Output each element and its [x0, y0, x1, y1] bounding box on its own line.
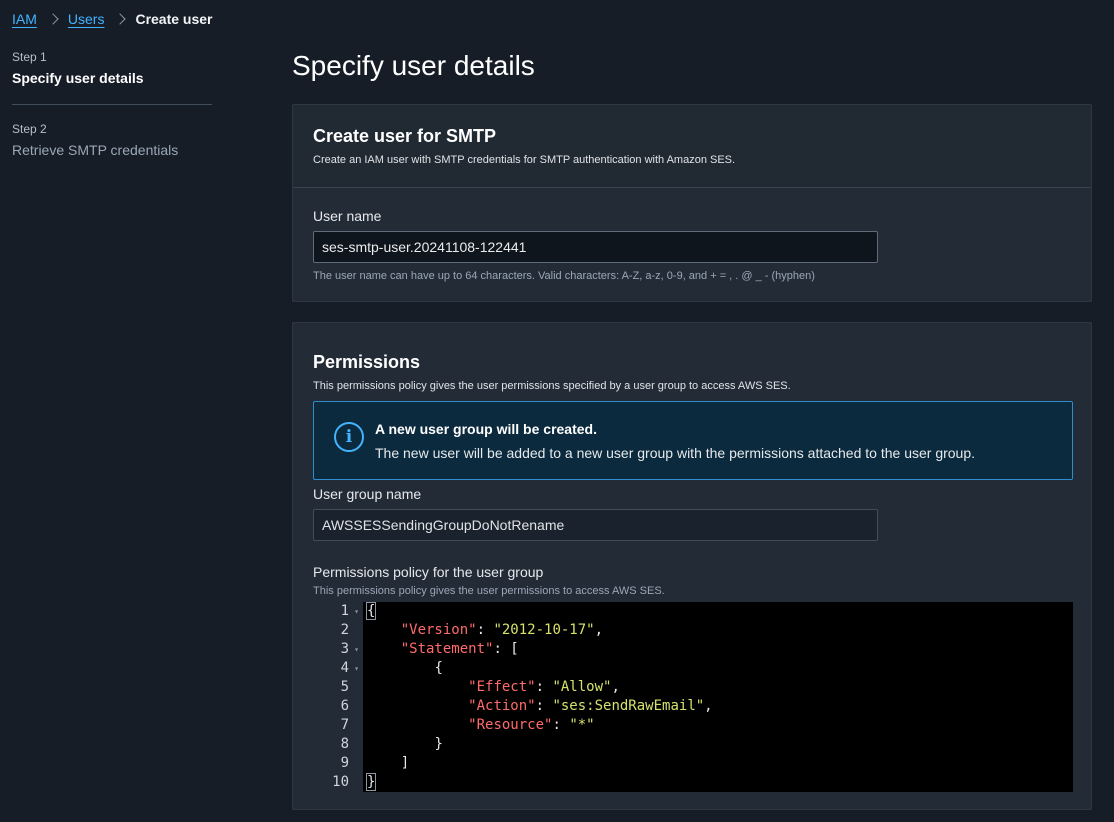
- step-1-title: Specify user details: [12, 70, 144, 86]
- line-number: 8: [340, 736, 349, 752]
- code-line: "Version": "2012-10-17",: [400, 622, 604, 638]
- line-number: 9: [340, 755, 349, 771]
- policy-description: This permissions policy gives the user p…: [313, 585, 665, 597]
- page-title: Specify user details: [292, 50, 535, 81]
- fold-arrow-icon[interactable]: ▾: [351, 602, 359, 621]
- line-number: 7: [340, 717, 349, 733]
- info-alert: i A new user group will be created. The …: [313, 401, 1073, 480]
- line-number: 4: [340, 660, 349, 676]
- line-number-gutter: 1 ▾ 2 3 ▾ 4 ▾ 5 6 7 8 9 10: [313, 602, 363, 792]
- code-line: {: [434, 660, 443, 676]
- alert-title: A new user group will be created.: [375, 421, 597, 437]
- line-number: 1: [340, 603, 349, 619]
- user-name-label: User name: [313, 208, 382, 224]
- fold-arrow-icon[interactable]: ▾: [351, 659, 359, 678]
- code-line: {: [365, 602, 377, 620]
- code-line: "Action": "ses:SendRawEmail",: [468, 698, 713, 714]
- policy-label: Permissions policy for the user group: [313, 564, 544, 580]
- policy-code-editor[interactable]: 1 ▾ 2 3 ▾ 4 ▾ 5 6 7 8 9 10 { "Version": "20…: [313, 602, 1073, 792]
- chevron-right-icon: [114, 13, 127, 25]
- code-line: }: [434, 736, 443, 752]
- smtp-panel-title: Create user for SMTP: [313, 126, 497, 146]
- breadcrumb: IAM Users Create user: [12, 9, 213, 29]
- code-line: "Resource": "*": [468, 717, 595, 733]
- step-divider: [12, 104, 212, 105]
- code-line: }: [365, 773, 377, 791]
- info-icon: i: [334, 422, 364, 452]
- code-lines: { "Version": "2012-10-17", "Statement": …: [363, 602, 1073, 792]
- permissions-title: Permissions: [313, 352, 421, 372]
- alert-text: The new user will be added to a new user…: [375, 445, 976, 461]
- line-number: 6: [340, 698, 349, 714]
- permissions-panel: Permissions This permissions policy give…: [292, 322, 1092, 810]
- line-number: 3: [340, 641, 349, 657]
- fold-arrow-icon[interactable]: ▾: [351, 640, 359, 659]
- smtp-user-panel: Create user for SMTP Create an IAM user …: [292, 104, 1092, 302]
- code-line: "Effect": "Allow",: [468, 679, 620, 695]
- code-line: ]: [400, 755, 410, 771]
- step-2-number: Step 2: [12, 122, 47, 136]
- user-name-hint: The user name can have up to 64 characte…: [313, 270, 815, 282]
- line-number: 10: [332, 774, 349, 790]
- user-group-name-input: AWSSESSendingGroupDoNotRename: [313, 509, 878, 541]
- step-1-number: Step 1: [12, 50, 47, 64]
- line-number: 5: [340, 679, 349, 695]
- wizard-steps: Step 1 Specify user details Step 2 Retri…: [12, 50, 212, 158]
- code-line: "Statement": [: [400, 641, 519, 657]
- user-name-input[interactable]: ses-smtp-user.20241108-122441: [313, 231, 878, 263]
- breadcrumb-iam-link[interactable]: IAM: [12, 11, 37, 27]
- breadcrumb-users-link[interactable]: Users: [68, 11, 105, 27]
- smtp-panel-description: Create an IAM user with SMTP credentials…: [313, 154, 736, 166]
- chevron-right-icon: [47, 13, 59, 25]
- permissions-description: This permissions policy gives the user p…: [313, 380, 791, 392]
- step-2-title: Retrieve SMTP credentials: [12, 142, 179, 158]
- breadcrumb-current: Create user: [135, 11, 213, 27]
- smtp-panel-header: Create user for SMTP Create an IAM user …: [293, 105, 1091, 188]
- line-number: 2: [340, 622, 349, 638]
- user-group-name-label: User group name: [313, 486, 422, 502]
